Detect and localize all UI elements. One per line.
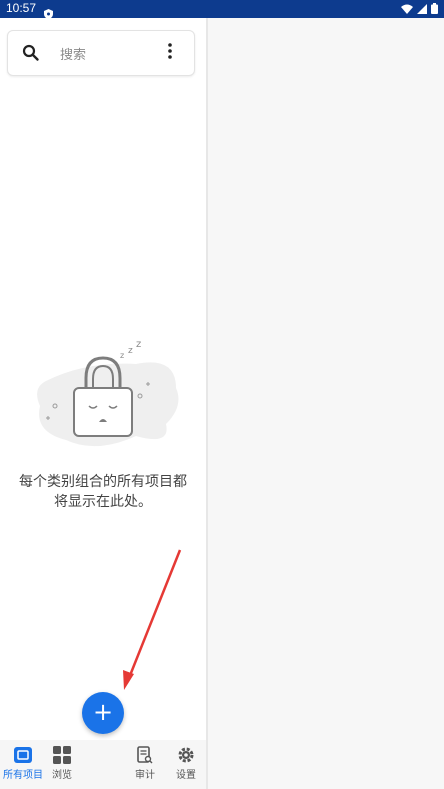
bottom-nav: 所有项目 浏览 审计 设置 bbox=[0, 740, 206, 789]
nav-item-settings[interactable]: 设置 bbox=[163, 744, 209, 781]
battery-icon bbox=[431, 3, 438, 14]
status-icons bbox=[401, 3, 438, 14]
vault-icon bbox=[14, 747, 32, 763]
status-bar: 10:57 bbox=[0, 0, 444, 19]
nav-label-settings: 设置 bbox=[176, 770, 196, 781]
audit-icon bbox=[137, 746, 153, 764]
nav-label-browse: 浏览 bbox=[52, 770, 72, 781]
nav-label-audit: 审计 bbox=[135, 770, 155, 781]
status-time: 10:57 bbox=[6, 1, 37, 15]
signal-icon bbox=[417, 3, 427, 14]
nav-item-browse[interactable]: 浏览 bbox=[39, 744, 85, 781]
items-pane: 搜索 z z z 每个类别组合的所有项目都 将显示在此处。 bbox=[0, 18, 206, 789]
detail-pane bbox=[208, 18, 444, 789]
nav-item-audit[interactable]: 审计 bbox=[122, 744, 168, 781]
wifi-icon bbox=[401, 4, 413, 14]
annotation-arrow bbox=[123, 549, 182, 690]
add-item-fab[interactable]: + bbox=[82, 692, 124, 734]
grid-icon bbox=[53, 746, 71, 764]
gear-icon bbox=[178, 747, 194, 763]
